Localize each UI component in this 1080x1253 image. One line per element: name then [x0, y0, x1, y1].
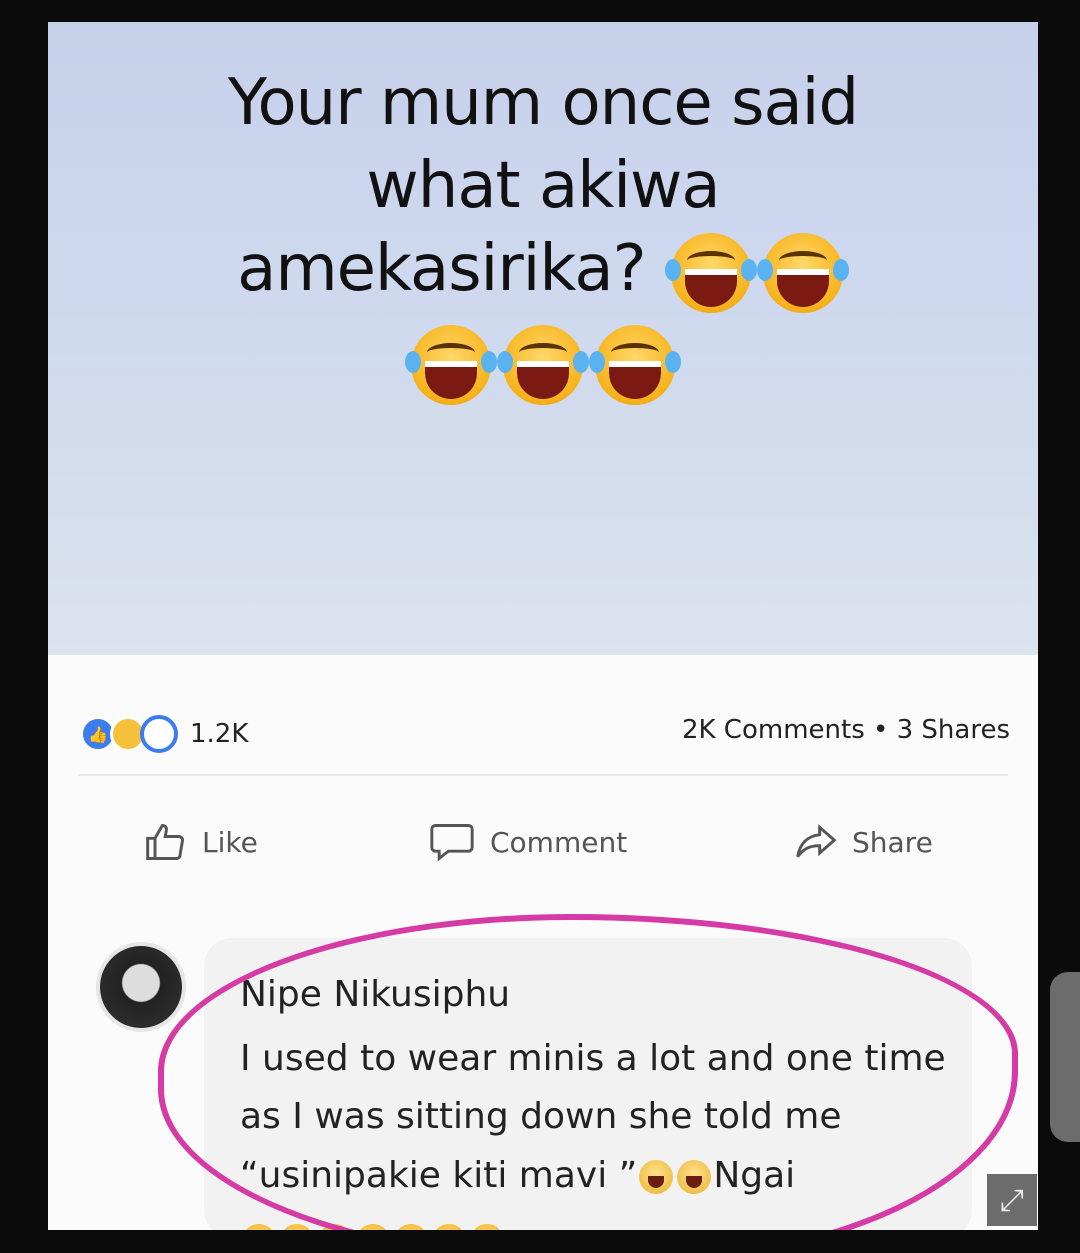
reactions-count: 1.2K [190, 719, 249, 749]
share-label: Share [852, 825, 933, 859]
side-scroll-handle[interactable] [1050, 972, 1080, 1142]
comment-bubble-icon [430, 824, 474, 862]
share-arrow-icon [796, 824, 837, 858]
post-text-line3: amekasirika? [237, 232, 646, 307]
laughing-emoji-icon [497, 325, 589, 406]
like-label: Like [202, 825, 258, 859]
laughing-emoji-icon [589, 325, 681, 406]
comment-label: Comment [490, 825, 628, 859]
rolling-laughing-emoji-icon [242, 1223, 276, 1230]
laughing-emoji-icon [756, 232, 849, 313]
share-button[interactable]: Share [794, 820, 933, 864]
post-text: Your mum once said what akiwa amekasirik… [88, 62, 998, 406]
post-image: Your mum once said what akiwa amekasirik… [48, 22, 1038, 655]
thumbs-up-icon [146, 824, 184, 860]
reactions-summary[interactable]: 👍 1.2K [80, 715, 248, 753]
post-actions: Like Comment Share [48, 802, 1038, 882]
avatar[interactable] [96, 942, 186, 1032]
comment-section: Nipe Nikusiphu I used to wear minis a lo… [48, 902, 1038, 1230]
divider [78, 774, 1008, 776]
post-text-line2: what akiwa [366, 149, 720, 224]
highlight-circle [158, 914, 1018, 1230]
laughing-emoji-icon [405, 325, 497, 406]
expand-icon[interactable]: ⤢ [987, 1174, 1037, 1226]
comments-shares-count[interactable]: 2K Comments • 3 Shares [682, 715, 1010, 745]
laughing-emoji-icon [664, 232, 757, 313]
emoji-row [88, 321, 998, 406]
post-stats: 👍 1.2K 2K Comments • 3 Shares [48, 655, 1038, 777]
comment-button[interactable]: Comment [428, 820, 627, 864]
like-button[interactable]: Like [144, 820, 258, 864]
facebook-post-card: Your mum once said what akiwa amekasirik… [48, 22, 1038, 1230]
post-text-line1: Your mum once said [227, 66, 859, 140]
rolling-laughing-emoji-icon [280, 1223, 314, 1230]
reaction-icon [140, 715, 178, 753]
